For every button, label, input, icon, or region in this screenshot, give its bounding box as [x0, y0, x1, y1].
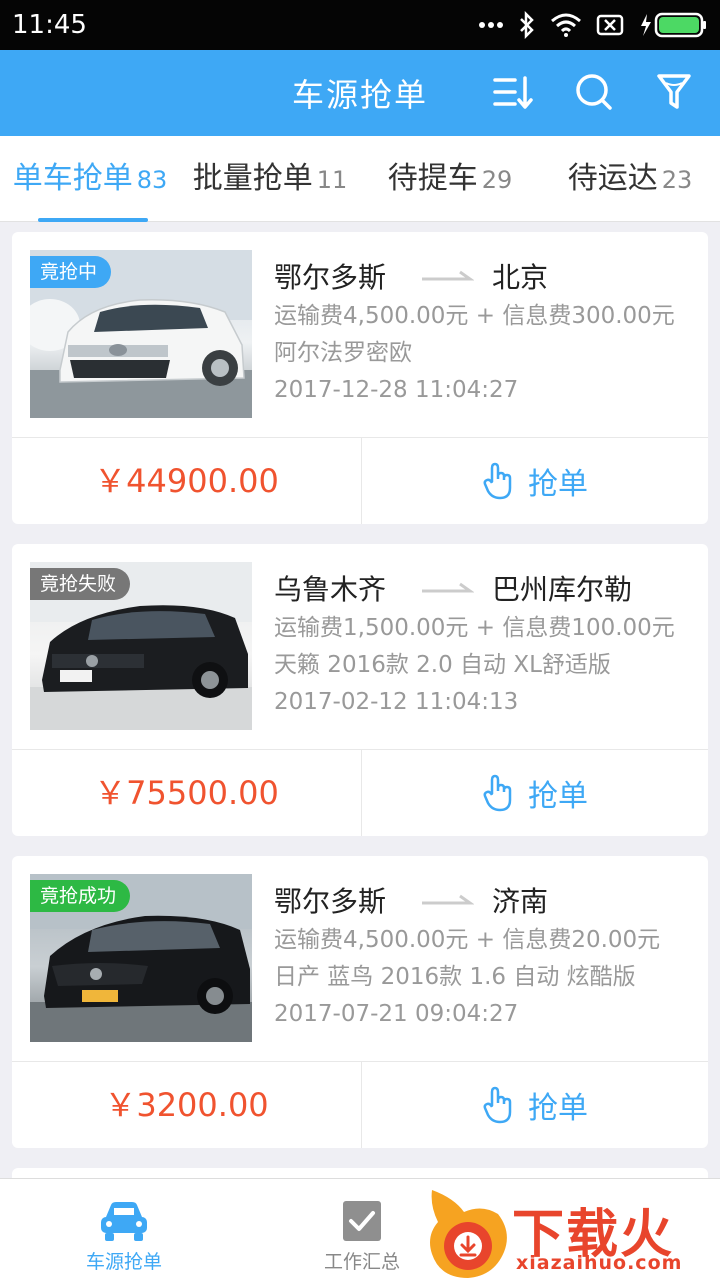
order-card[interactable]: 竟抢失败 乌鲁木齐 巴州库尔勒 运输费1,500.00元 + 信息费100.00… [12, 544, 708, 836]
route-origin: 鄂尔多斯 [274, 885, 387, 918]
order-card[interactable]: 竟抢成功 鄂尔多斯 济南 运输费4,500.00元 + 信息费20.00元 日产… [12, 856, 708, 1148]
status-time: 11:45 [12, 10, 87, 40]
tab-label: 待运达 [567, 160, 658, 196]
checklist-icon [343, 1201, 381, 1241]
tab-count: 23 [661, 165, 693, 194]
tab-label: 待提车 [387, 160, 478, 196]
tab-batch[interactable]: 批量抢单 11 [180, 136, 360, 222]
route-destination: 巴州库尔勒 [492, 573, 633, 606]
order-card[interactable]: 竟抢中 鄂尔多斯 北京 运输费4,500.00元 + 信息费300.00元 阿尔… [12, 232, 708, 524]
order-actions: ￥3200.00 抢单 [12, 1062, 708, 1148]
tab-label: 批量抢单 [192, 160, 313, 196]
status-badge: 竟抢中 [30, 256, 112, 288]
tab-label: 单车抢单 [12, 160, 133, 196]
more-dots-icon [479, 22, 503, 28]
order-date: 2017-02-12 11:04:13 [274, 689, 519, 715]
route: 乌鲁木齐 巴州库尔勒 [274, 566, 704, 610]
car-photo: 竟抢失败 [30, 562, 252, 730]
car-model: 日产 蓝鸟 2016款 1.6 自动 炫酷版 [274, 964, 636, 990]
order-info: 乌鲁木齐 巴州库尔勒 运输费1,500.00元 + 信息费100.00元 天籁 … [274, 566, 704, 721]
tap-hand-icon [483, 462, 512, 500]
status-bar: 11:45 [0, 0, 720, 50]
car-icon [101, 1202, 147, 1241]
route-origin: 鄂尔多斯 [274, 261, 387, 294]
sort-icon [493, 76, 533, 109]
order-actions: ￥44900.00 抢单 [12, 438, 708, 524]
order-summary[interactable]: 竟抢成功 鄂尔多斯 济南 运输费4,500.00元 + 信息费20.00元 日产… [12, 856, 708, 1062]
car-model: 阿尔法罗密欧 [274, 340, 412, 366]
nav-actions [492, 70, 696, 114]
tab-single-car[interactable]: 单车抢单 83 [0, 136, 180, 222]
sort-button[interactable] [492, 70, 536, 114]
order-date: 2017-07-21 09:04:27 [274, 1001, 519, 1027]
grab-order-label: 抢单 [528, 1091, 588, 1126]
battery-icon [641, 12, 706, 38]
car-model: 天籁 2016款 2.0 自动 XL舒适版 [274, 652, 611, 678]
search-icon [576, 74, 612, 110]
route-arrow-icon [422, 582, 474, 593]
tab-awaiting-delivery[interactable]: 待运达 23 [540, 136, 720, 222]
order-tabs: 单车抢单 83 批量抢单 11 待提车 29 待运达 23 [0, 136, 720, 222]
grab-order-label: 抢单 [528, 467, 588, 502]
tab-count: 29 [481, 165, 513, 194]
wifi-icon [551, 13, 581, 37]
no-sim-icon [596, 14, 624, 36]
grab-order-button[interactable]: 抢单 [362, 1062, 708, 1148]
tabbar-label: 车源抢单 [85, 1251, 162, 1273]
tab-awaiting-pickup[interactable]: 待提车 29 [360, 136, 540, 222]
status-badge: 竟抢失败 [30, 568, 131, 600]
nav-bar: 车源抢单 [0, 50, 720, 136]
order-info: 鄂尔多斯 北京 运输费4,500.00元 + 信息费300.00元 阿尔法罗密欧… [274, 254, 704, 409]
tabbar-item-car-orders[interactable]: 车源抢单 [4, 1179, 244, 1280]
car-photo: 竟抢成功 [30, 874, 252, 1042]
route: 鄂尔多斯 济南 [274, 878, 704, 922]
flame-logo-icon [430, 1190, 507, 1278]
fee-details: 运输费4,500.00元 + 信息费300.00元 [274, 303, 675, 329]
watermark-url: xiazaihuo.com [516, 1252, 683, 1274]
route-arrow-icon [422, 894, 474, 905]
order-info: 鄂尔多斯 济南 运输费4,500.00元 + 信息费20.00元 日产 蓝鸟 2… [274, 878, 704, 1033]
filter-icon [657, 74, 691, 109]
grab-order-button[interactable]: 抢单 [362, 438, 708, 524]
car-price: ￥44900.00 [12, 438, 362, 524]
route-destination: 北京 [492, 261, 549, 294]
order-actions: ￥75500.00 抢单 [12, 750, 708, 836]
watermark-logo: 下载火 xiazaihuo.com [424, 1184, 720, 1280]
grab-order-label: 抢单 [528, 779, 588, 814]
route: 鄂尔多斯 北京 [274, 254, 704, 298]
order-summary[interactable]: 竟抢中 鄂尔多斯 北京 运输费4,500.00元 + 信息费300.00元 阿尔… [12, 232, 708, 438]
search-button[interactable] [572, 70, 616, 114]
route-destination: 济南 [492, 885, 549, 918]
route-arrow-icon [422, 270, 474, 281]
route-origin: 乌鲁木齐 [274, 573, 387, 606]
grab-order-button[interactable]: 抢单 [362, 750, 708, 836]
tab-count: 83 [136, 165, 168, 194]
car-price: ￥75500.00 [12, 750, 362, 836]
car-photo: 竟抢中 [30, 250, 252, 418]
tap-hand-icon [483, 1086, 512, 1124]
status-icons [478, 11, 708, 39]
fee-details: 运输费1,500.00元 + 信息费100.00元 [274, 615, 675, 641]
filter-button[interactable] [652, 70, 696, 114]
tap-hand-icon [483, 774, 512, 812]
status-badge: 竟抢成功 [30, 880, 131, 912]
bluetooth-icon [520, 11, 534, 39]
fee-details: 运输费4,500.00元 + 信息费20.00元 [274, 927, 661, 953]
tab-count: 11 [316, 165, 348, 194]
order-summary[interactable]: 竟抢失败 乌鲁木齐 巴州库尔勒 运输费1,500.00元 + 信息费100.00… [12, 544, 708, 750]
car-price: ￥3200.00 [12, 1062, 362, 1148]
order-date: 2017-12-28 11:04:27 [274, 377, 519, 403]
